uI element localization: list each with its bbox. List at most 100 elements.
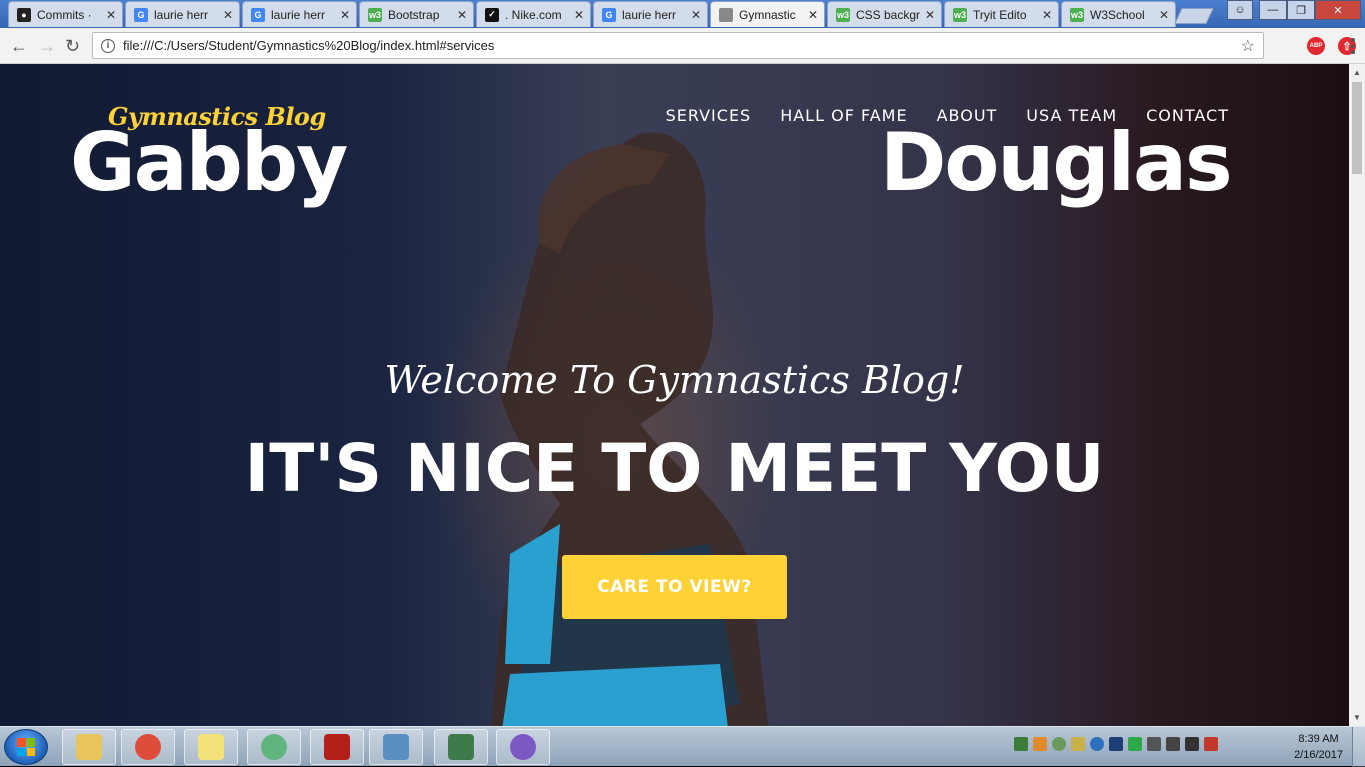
start-button[interactable]: [4, 729, 48, 765]
close-tab-icon[interactable]: ✕: [1042, 8, 1052, 22]
address-bar[interactable]: i file:///C:/Users/Student/Gymnastics%20…: [92, 32, 1264, 59]
browser-tab[interactable]: w3 W3School ✕: [1061, 1, 1176, 27]
photos-icon: [383, 734, 409, 760]
scroll-down-icon[interactable]: ▼: [1353, 713, 1361, 722]
w3schools-icon: w3: [368, 7, 382, 22]
scroll-up-icon[interactable]: ▲: [1353, 68, 1361, 77]
tab-title: laurie herr: [154, 7, 209, 22]
tray-app-icon[interactable]: [1033, 737, 1047, 751]
action-center-icon[interactable]: [1204, 737, 1218, 751]
clock-time: 8:39 AM: [1298, 733, 1339, 745]
back-icon[interactable]: ←: [10, 36, 28, 57]
close-tab-icon[interactable]: ✕: [925, 8, 935, 22]
intro-heading: IT'S NICE TO MEET YOU: [244, 430, 1105, 507]
tray-app-icon[interactable]: [1071, 737, 1085, 751]
intro-lead-in: Welcome To Gymnastics Blog!: [384, 358, 965, 402]
close-tab-icon[interactable]: ✕: [574, 8, 584, 22]
nav-hall-of-fame[interactable]: HALL OF FAME: [780, 106, 907, 125]
windows-flag-icon: [17, 738, 35, 756]
browser-tab[interactable]: w3 Bootstrap ✕: [359, 1, 474, 27]
tab-title: Gymnastic: [739, 7, 796, 22]
tray-app-icon[interactable]: [1014, 737, 1028, 751]
taskbar-app-button[interactable]: [121, 729, 175, 765]
close-tab-icon[interactable]: ✕: [106, 8, 116, 22]
nav-usa-team[interactable]: USA TEAM: [1026, 106, 1117, 125]
w3schools-icon: w3: [1070, 7, 1084, 22]
url-text: file:///C:/Users/Student/Gymnastics%20Bl…: [123, 38, 495, 53]
close-tab-icon[interactable]: ✕: [457, 8, 467, 22]
page-scrollbar[interactable]: ▲ ▼: [1349, 64, 1365, 726]
taskbar-app-button[interactable]: [247, 729, 301, 765]
close-tab-icon[interactable]: ✕: [340, 8, 350, 22]
maximize-button[interactable]: ❐: [1287, 0, 1315, 20]
brand-right-word: Douglas: [880, 116, 1233, 209]
network-icon[interactable]: [1185, 737, 1199, 751]
browser-tab[interactable]: Glaurie herr ✕: [242, 1, 357, 27]
google-icon: G: [602, 7, 616, 22]
chrome-icon: [135, 734, 161, 760]
adblock-plus-icon[interactable]: ABP: [1307, 37, 1325, 55]
github-desktop-icon: [510, 734, 536, 760]
page-icon: [719, 7, 733, 22]
hero-section: Gymnastics Blog Gabby Douglas SERVICES H…: [0, 64, 1349, 726]
browser-tab[interactable]: Glaurie herr ✕: [125, 1, 240, 27]
site-info-icon[interactable]: i: [101, 38, 115, 53]
chrome-menu-icon[interactable]: [1351, 38, 1355, 56]
browser-tab[interactable]: w3 Tryit Edito ✕: [944, 1, 1059, 27]
close-tab-icon[interactable]: ✕: [691, 8, 701, 22]
bookmark-star-icon[interactable]: ☆: [1241, 36, 1255, 56]
profile-icon[interactable]: ☺: [1227, 0, 1253, 20]
github-icon: ●: [17, 7, 31, 22]
browser-tab[interactable]: w3 CSS backgr ✕: [827, 1, 942, 27]
w3schools-icon: w3: [836, 7, 850, 22]
forward-icon[interactable]: →: [38, 36, 56, 57]
windows-taskbar: 8:39 AM 2/16/2017: [0, 726, 1365, 767]
file-explorer-icon: [76, 734, 102, 760]
reload-icon[interactable]: ↻: [65, 36, 80, 57]
close-window-button[interactable]: ✕: [1315, 0, 1361, 20]
taskbar-app-button[interactable]: [184, 729, 238, 765]
tab-title: Commits ·: [37, 7, 92, 22]
nav-contact[interactable]: CONTACT: [1146, 106, 1229, 125]
new-tab-button[interactable]: [1174, 8, 1214, 24]
google-icon: G: [134, 7, 148, 22]
taskbar-app-button[interactable]: [496, 729, 550, 765]
browser-tab[interactable]: Glaurie herr ✕: [593, 1, 708, 27]
taskbar-clock[interactable]: 8:39 AM 2/16/2017: [1294, 731, 1343, 763]
clock-date: 2/16/2017: [1294, 749, 1343, 761]
taskbar-app-button[interactable]: [310, 729, 364, 765]
brand-left-word: Gabby: [70, 116, 348, 209]
main-nav: SERVICES HALL OF FAME ABOUT USA TEAM CON…: [666, 106, 1229, 125]
acrobat-icon: [324, 734, 350, 760]
taskbar-app-button[interactable]: [434, 729, 488, 765]
bluetooth-icon[interactable]: [1090, 737, 1104, 751]
show-desktop-button[interactable]: [1352, 727, 1365, 767]
google-icon: G: [251, 7, 265, 22]
close-tab-icon[interactable]: ✕: [808, 8, 818, 22]
tray-app-icon[interactable]: [1128, 737, 1142, 751]
close-tab-icon[interactable]: ✕: [1159, 8, 1169, 22]
care-to-view-button[interactable]: CARE TO VIEW?: [562, 555, 787, 619]
nike-icon: ✓: [485, 7, 499, 22]
nav-about[interactable]: ABOUT: [937, 106, 998, 125]
scrollbar-thumb[interactable]: [1352, 82, 1362, 174]
minimize-button[interactable]: —: [1259, 0, 1287, 20]
volume-icon[interactable]: [1166, 737, 1180, 751]
browser-tab[interactable]: ● Commits · ✕: [8, 1, 123, 27]
tab-title: W3School: [1090, 7, 1145, 22]
close-tab-icon[interactable]: ✕: [223, 8, 233, 22]
tray-app-icon[interactable]: [1109, 737, 1123, 751]
taskbar-app-button[interactable]: [369, 729, 423, 765]
power-icon[interactable]: [1147, 737, 1161, 751]
browser-tab[interactable]: Gymnastic ✕: [710, 1, 825, 27]
nav-services[interactable]: SERVICES: [666, 106, 752, 125]
taskbar-app-button[interactable]: [62, 729, 116, 765]
browser-toolbar: ← → ↻ i file:///C:/Users/Student/Gymnast…: [0, 28, 1365, 64]
system-tray: [1014, 737, 1218, 751]
gymnast-photo: [491, 132, 768, 726]
tray-app-icon[interactable]: [1052, 737, 1066, 751]
sticky-notes-icon: [198, 734, 224, 760]
tab-title: Tryit Edito: [973, 7, 1027, 22]
browser-tab[interactable]: ✓ . Nike.com ✕: [476, 1, 591, 27]
tab-strip: ● Commits · ✕ Glaurie herr ✕ Glaurie herr ✕ w3 B…: [0, 0, 1365, 28]
